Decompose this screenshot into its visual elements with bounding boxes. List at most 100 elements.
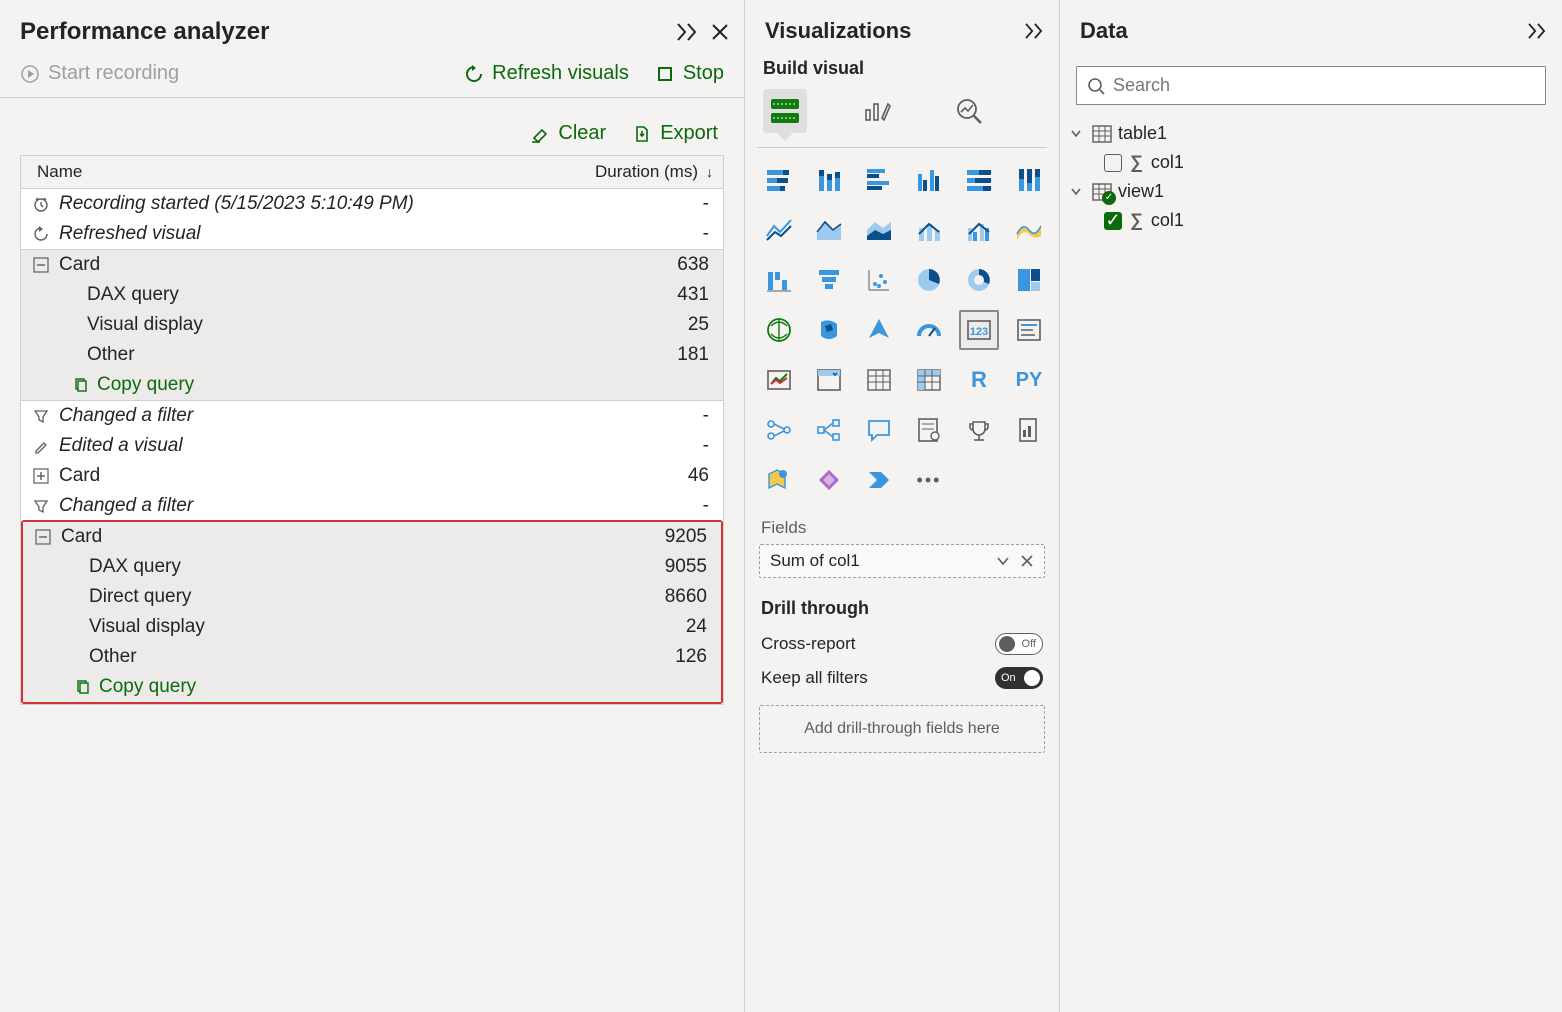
field-well[interactable]: Sum of col1 [759,544,1045,578]
row-card3-other[interactable]: Other126 [23,642,721,672]
viz-card-icon[interactable]: 123 [959,310,999,350]
search-field[interactable] [1113,75,1535,96]
search-icon [1087,77,1105,95]
viz-python-icon[interactable]: PY [1009,360,1049,400]
stop-button[interactable]: Stop [655,62,724,85]
viz-slicer-icon[interactable] [809,360,849,400]
viz-stacked-bar-icon[interactable] [759,160,799,200]
pane-title: Visualizations [765,18,911,44]
viz-filled-map-icon[interactable] [809,310,849,350]
viz-power-automate-icon[interactable] [859,460,899,500]
viz-powerapps-icon[interactable] [809,460,849,500]
stop-icon [655,64,675,84]
viz-arcgis-icon[interactable] [759,460,799,500]
record-icon [20,64,40,84]
drill-through-dropzone[interactable]: Add drill-through fields here [759,705,1045,753]
viz-pie-icon[interactable] [909,260,949,300]
collapse-minus-icon[interactable] [31,255,51,275]
row-card1-copy[interactable]: Copy query [21,370,723,400]
cross-report-toggle[interactable]: Off [995,633,1043,655]
build-visual-label: Build visual [745,54,1059,85]
chevron-down-icon[interactable] [996,554,1010,568]
eraser-icon [530,124,550,144]
remove-field-icon[interactable] [1020,554,1034,568]
search-input[interactable] [1076,66,1546,105]
expand-plus-icon[interactable] [31,466,51,486]
viz-qna-icon[interactable] [859,410,899,450]
export-icon [632,124,652,144]
row-card3-dax[interactable]: DAX query9055 [23,552,721,582]
tree-view1[interactable]: ✓ view1 [1070,177,1552,206]
export-button[interactable]: Export [632,122,718,145]
viz-line-icon[interactable] [759,210,799,250]
viz-goals-icon[interactable] [959,410,999,450]
viz-clustered-column-icon[interactable] [909,160,949,200]
row-card1-visual-display[interactable]: Visual display25 [21,310,723,340]
viz-waterfall-icon[interactable] [759,260,799,300]
viz-more-icon[interactable]: ••• [909,460,949,500]
tab-analytics[interactable] [947,89,991,133]
keep-filters-toggle[interactable]: On [995,667,1043,689]
viz-clustered-bar-icon[interactable] [859,160,899,200]
viz-paginated-report-icon[interactable] [1009,410,1049,450]
viz-stacked-column-icon[interactable] [809,160,849,200]
viz-ribbon-icon[interactable] [1009,210,1049,250]
row-card3-copy[interactable]: Copy query [23,672,721,702]
viz-decomposition-tree-icon[interactable] [809,410,849,450]
viz-gauge-icon[interactable] [909,310,949,350]
column-name[interactable]: Name [31,162,538,182]
row-recording-started[interactable]: Recording started (5/15/2023 5:10:49 PM)… [21,189,723,219]
row-card2[interactable]: Card 46 [21,461,723,491]
viz-stacked-area-icon[interactable] [859,210,899,250]
viz-matrix-icon[interactable] [909,360,949,400]
viz-funnel-icon[interactable] [809,260,849,300]
collapse-icon[interactable] [676,21,698,43]
viz-smart-narrative-icon[interactable] [909,410,949,450]
row-refreshed-visual[interactable]: Refreshed visual - [21,219,723,249]
export-label: Export [660,122,718,145]
viz-100-stacked-column-icon[interactable] [1009,160,1049,200]
viz-area-icon[interactable] [809,210,849,250]
row-card1-dax[interactable]: DAX query431 [21,280,723,310]
chevron-down-icon [1070,186,1086,198]
viz-multi-row-card-icon[interactable] [1009,310,1049,350]
row-card3[interactable]: Card 9205 [23,522,721,552]
viz-line-stacked-column-icon[interactable] [909,210,949,250]
viz-table-icon[interactable] [859,360,899,400]
viz-kpi-icon[interactable] [759,360,799,400]
viz-treemap-icon[interactable] [1009,260,1049,300]
tree-table1-col1[interactable]: ∑ col1 [1070,148,1552,177]
tree-view1-col1[interactable]: ✓ ∑ col1 [1070,206,1552,235]
start-recording-button: Start recording [20,62,179,85]
row-card3-directquery[interactable]: Direct query8660 [23,582,721,612]
viz-100-stacked-bar-icon[interactable] [959,160,999,200]
tab-format-visual[interactable] [855,89,899,133]
collapse-icon[interactable] [1526,20,1548,42]
row-card1-other[interactable]: Other181 [21,340,723,370]
clear-button[interactable]: Clear [530,122,606,145]
viz-azure-map-icon[interactable] [859,310,899,350]
viz-donut-icon[interactable] [959,260,999,300]
fields-label: Fields [745,506,1059,544]
viz-key-influencers-icon[interactable] [759,410,799,450]
row-edited-visual[interactable]: Edited a visual - [21,431,723,461]
row-card3-visual-display[interactable]: Visual display24 [23,612,721,642]
row-changed-filter-1[interactable]: Changed a filter - [21,400,723,431]
viz-r-script-icon[interactable]: R [959,360,999,400]
checkbox[interactable]: ✓ [1104,212,1122,230]
tree-table1[interactable]: table1 [1070,119,1552,148]
column-duration[interactable]: Duration (ms) ↓ [538,162,713,182]
row-changed-filter-2[interactable]: Changed a filter - [21,491,723,521]
close-icon[interactable] [710,22,730,42]
refresh-visuals-button[interactable]: Refresh visuals [464,62,629,85]
tab-build-visual[interactable] [763,89,807,133]
data-pane: Data table1 ∑ col1 [1060,0,1562,1012]
viz-scatter-icon[interactable] [859,260,899,300]
perf-table: Name Duration (ms) ↓ Recording started (… [20,155,724,705]
row-card1[interactable]: Card 638 [21,249,723,280]
collapse-minus-icon[interactable] [33,527,53,547]
viz-line-clustered-column-icon[interactable] [959,210,999,250]
collapse-icon[interactable] [1023,20,1045,42]
checkbox[interactable] [1104,154,1122,172]
viz-map-icon[interactable] [759,310,799,350]
